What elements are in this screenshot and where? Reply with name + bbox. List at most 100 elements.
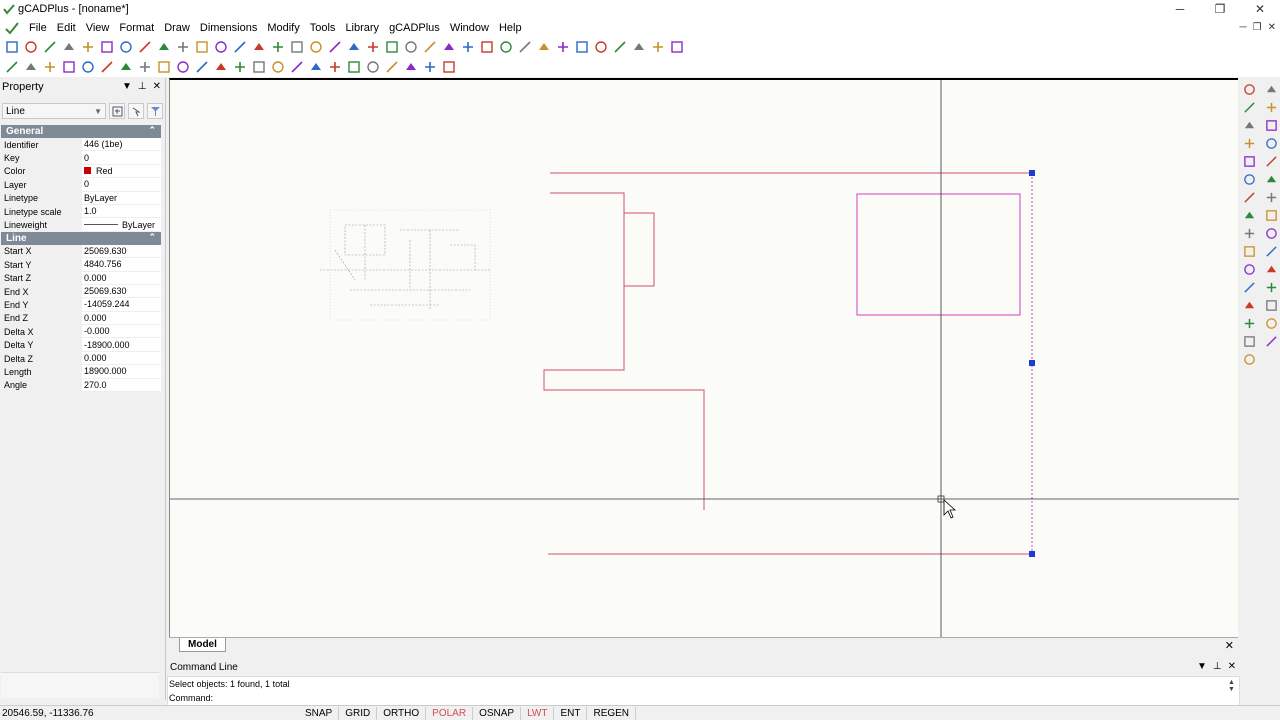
spline-icon[interactable]: [80, 59, 96, 75]
dim-linear-icon[interactable]: [289, 59, 305, 75]
layer-state-icon[interactable]: [346, 39, 362, 55]
prop-row[interactable]: End X 25069.630: [1, 284, 161, 299]
zoom-in-icon[interactable]: [194, 39, 210, 55]
polyline-icon[interactable]: [61, 59, 77, 75]
prop-row[interactable]: Layer 0: [1, 178, 161, 192]
mirror-icon[interactable]: [1242, 118, 1257, 133]
menu-view[interactable]: View: [81, 18, 115, 37]
prop-row[interactable]: Delta Y -18900.000: [1, 338, 161, 352]
mdi-minimize-icon[interactable]: ─: [1240, 22, 1247, 33]
dim-angle-icon[interactable]: [365, 59, 381, 75]
prop-row[interactable]: Start Y 4840.756: [1, 258, 161, 272]
new-file-icon[interactable]: [4, 39, 20, 55]
prop-row[interactable]: Color Red: [1, 164, 161, 179]
copy-object-icon[interactable]: [1242, 100, 1257, 115]
prop-row[interactable]: Linetype ByLayer: [1, 191, 161, 205]
menu-draw[interactable]: Draw: [159, 18, 195, 37]
prop-value[interactable]: 1.0: [82, 204, 161, 219]
section-header[interactable]: Line ⌃: [1, 231, 161, 245]
cancel-icon[interactable]: [1264, 280, 1279, 295]
panel-close-icon[interactable]: ✕: [153, 81, 161, 92]
panel-menu-icon[interactable]: ▼: [122, 81, 132, 92]
grid-tool-icon[interactable]: [1264, 334, 1279, 349]
status-grid-button[interactable]: GRID: [339, 706, 378, 720]
move-icon[interactable]: [1242, 172, 1257, 187]
color-bars-icon[interactable]: [498, 39, 514, 55]
prop-row[interactable]: End Y -14059.244: [1, 298, 161, 312]
zoom-window-icon[interactable]: [232, 39, 248, 55]
prop-value[interactable]: 18900.000: [82, 365, 161, 379]
revcloud-icon[interactable]: [1264, 190, 1279, 205]
prop-value[interactable]: 270.0: [82, 378, 161, 393]
prop-value[interactable]: 0: [82, 151, 161, 165]
prop-value[interactable]: 0.000: [82, 271, 161, 285]
list-icon[interactable]: [536, 39, 552, 55]
hatch-fill-icon[interactable]: [270, 59, 286, 75]
prop-value[interactable]: 446 (1be): [82, 138, 161, 152]
prop-row[interactable]: Linetype scale 1.0: [1, 204, 161, 219]
status-polar-button[interactable]: POLAR: [426, 706, 474, 720]
dimension-icon[interactable]: [574, 39, 590, 55]
prop-row[interactable]: Delta X -0.000: [1, 325, 161, 339]
prop-value[interactable]: 25069.630: [82, 244, 161, 259]
hatch-icon[interactable]: [479, 39, 495, 55]
wipeout-icon[interactable]: [251, 59, 267, 75]
line-icon[interactable]: [23, 59, 39, 75]
extend-icon[interactable]: [1242, 262, 1257, 277]
prop-value[interactable]: 25069.630: [82, 284, 161, 299]
chamfer-icon[interactable]: [1242, 316, 1257, 331]
dim-ordinate-icon[interactable]: [327, 59, 343, 75]
prop-row[interactable]: Lineweight ByLayer: [1, 218, 161, 232]
array-icon[interactable]: [1242, 154, 1257, 169]
redo-icon[interactable]: [175, 39, 191, 55]
library-icon[interactable]: [612, 39, 628, 55]
collapse-icon[interactable]: ⌃: [148, 125, 156, 136]
status-osnap-button[interactable]: OSNAP: [473, 706, 522, 720]
prop-row[interactable]: Identifier 446 (1be): [1, 138, 161, 152]
status-snap-button[interactable]: SNAP: [299, 706, 340, 720]
cut-icon[interactable]: [99, 39, 115, 55]
rotate-icon[interactable]: [1242, 190, 1257, 205]
quick-select-button[interactable]: [128, 103, 144, 119]
arc-icon[interactable]: [137, 59, 153, 75]
prop-value[interactable]: 4840.756: [82, 258, 161, 272]
menu-edit[interactable]: Edit: [52, 18, 81, 37]
menu-library[interactable]: Library: [340, 18, 384, 37]
command-scroll-icon[interactable]: ▲ ▼: [1227, 679, 1236, 693]
rectangle-icon[interactable]: [99, 59, 115, 75]
break-icon[interactable]: [1242, 280, 1257, 295]
text-style-icon[interactable]: [175, 59, 191, 75]
zoom-out-icon[interactable]: [213, 39, 229, 55]
rectangle-tool-icon[interactable]: [1264, 82, 1279, 97]
trim-icon[interactable]: [1242, 244, 1257, 259]
donut-icon[interactable]: [1264, 136, 1279, 151]
status-ent-button[interactable]: ENT: [554, 706, 588, 720]
marker-icon[interactable]: [1264, 316, 1279, 331]
pan-icon[interactable]: [270, 39, 286, 55]
status-lwt-button[interactable]: LWT: [521, 706, 555, 720]
menu-help[interactable]: Help: [494, 18, 527, 37]
color-icon[interactable]: [403, 39, 419, 55]
ellipse-icon[interactable]: [156, 59, 172, 75]
text-icon[interactable]: [555, 39, 571, 55]
prop-value[interactable]: 0.000: [82, 311, 161, 326]
minimize-button[interactable]: ─: [1160, 0, 1200, 18]
dim-radius-icon[interactable]: [346, 59, 362, 75]
fillet-icon[interactable]: [1242, 334, 1257, 349]
prop-value[interactable]: ByLayer: [82, 218, 161, 232]
prop-value[interactable]: Red: [82, 164, 161, 179]
select-objects-button[interactable]: [109, 103, 125, 119]
menu-gcadplus[interactable]: gCADPlus: [384, 18, 445, 37]
status-regen-button[interactable]: REGEN: [587, 706, 637, 720]
menu-window[interactable]: Window: [445, 18, 494, 37]
gradient-icon[interactable]: [1264, 262, 1279, 277]
ellipse-tool-icon[interactable]: [1264, 208, 1279, 223]
layer-manager-icon[interactable]: [517, 39, 533, 55]
prop-value[interactable]: 0: [82, 178, 161, 192]
entity-type-select[interactable]: Line ▼: [2, 103, 106, 119]
insert-block-icon[interactable]: [194, 59, 210, 75]
zoom-previous-icon[interactable]: [289, 39, 305, 55]
block-tool-icon[interactable]: [1264, 226, 1279, 241]
stretch-icon[interactable]: [1242, 226, 1257, 241]
command-prompt[interactable]: Command:: [168, 691, 1239, 705]
